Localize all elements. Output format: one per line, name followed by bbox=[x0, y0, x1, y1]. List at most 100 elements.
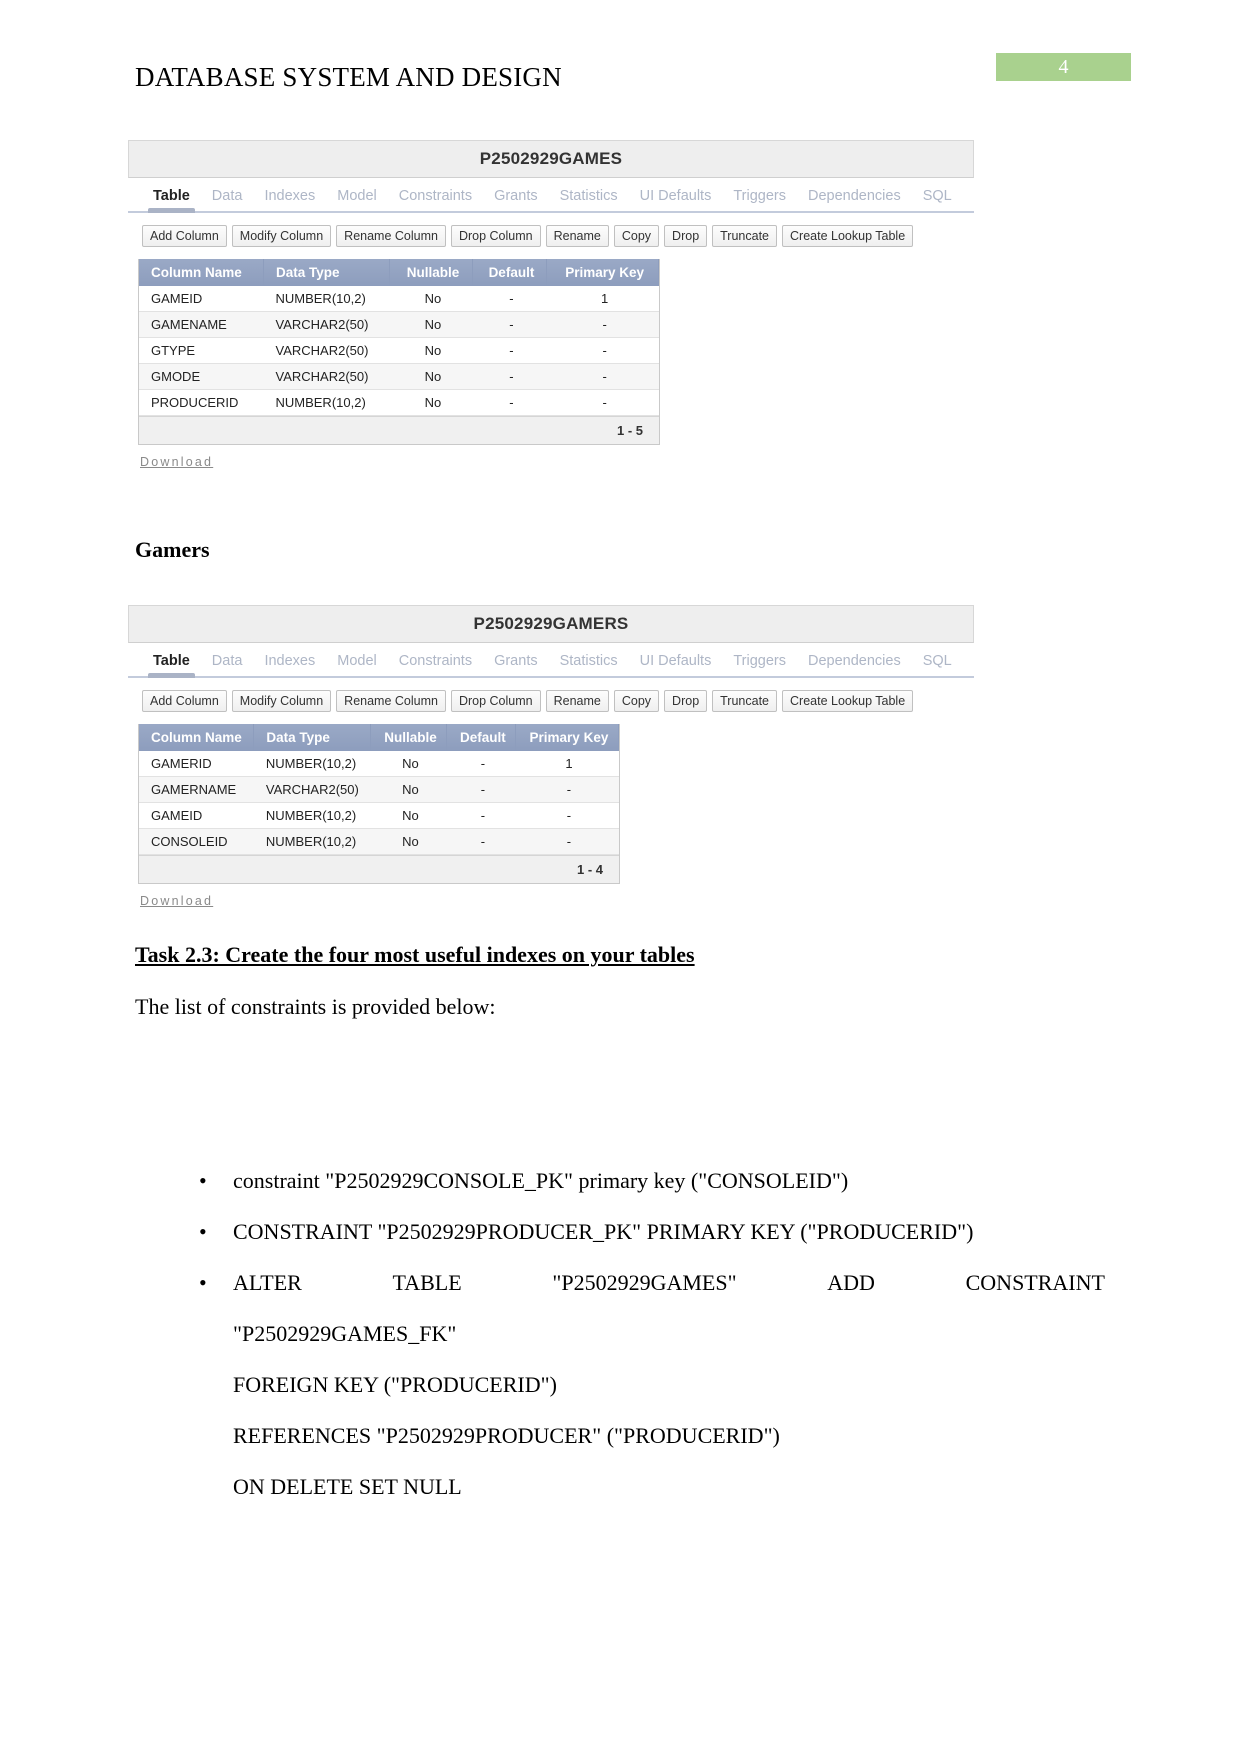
constraint-token: ADD bbox=[827, 1270, 875, 1295]
constraint-text: CONSTRAINT "P2502929PRODUCER_PK" PRIMARY… bbox=[233, 1219, 974, 1244]
constraint-text: ALTER TABLE "P2502929GAMES" ADD CONSTRAINT bbox=[233, 1257, 1105, 1308]
cell-column-name: GAMERNAME bbox=[139, 776, 254, 803]
cell-value: - bbox=[472, 286, 547, 312]
cell-value: No bbox=[389, 337, 473, 364]
constraint-list-item: ALTER TABLE "P2502929GAMES" ADD CONSTRAINT "P… bbox=[165, 1257, 1105, 1512]
tab-sql[interactable]: SQL bbox=[912, 186, 963, 211]
columns-table-games: Column Name Data Type Nullable Default Prima… bbox=[139, 259, 659, 416]
tab-statistics[interactable]: Statistics bbox=[549, 186, 629, 211]
cell-value: 1 bbox=[546, 286, 659, 312]
cell-value: - bbox=[546, 311, 659, 338]
cell-value: - bbox=[446, 828, 516, 855]
tab-dependencies[interactable]: Dependencies bbox=[797, 651, 912, 676]
download-link-games[interactable]: Download bbox=[140, 455, 213, 469]
tab-constraints[interactable]: Constraints bbox=[388, 186, 483, 211]
table-row: GAMEID NUMBER(10,2) No -1 bbox=[139, 286, 659, 312]
apex-toolbar-games[interactable]: Add Column Modify Column Rename Column Drop… bbox=[128, 213, 974, 257]
tab-statistics[interactable]: Statistics bbox=[549, 651, 629, 676]
cell-value: - bbox=[472, 311, 547, 338]
rename-column-button[interactable]: Rename Column bbox=[336, 225, 446, 247]
apex-columns-grid-gamers: Column Name Data Type Nullable Default Prima… bbox=[138, 724, 620, 884]
column-header-data-type: Data Type bbox=[263, 259, 391, 286]
drop-column-button[interactable]: Drop Column bbox=[450, 690, 541, 712]
constraint-token: TABLE bbox=[392, 1270, 462, 1295]
tab-constraints[interactable]: Constraints bbox=[388, 651, 483, 676]
tab-indexes[interactable]: Indexes bbox=[253, 186, 326, 211]
create-lookup-table-button[interactable]: Create Lookup Table bbox=[782, 690, 914, 712]
constraint-continuation-line: "P2502929GAMES_FK" bbox=[233, 1321, 457, 1346]
add-column-button[interactable]: Add Column bbox=[142, 690, 227, 712]
cell-value: NUMBER(10,2) bbox=[253, 828, 371, 855]
rename-button[interactable]: Rename bbox=[545, 690, 609, 712]
table-header-row: Column Name Data Type Nullable Default Prima… bbox=[139, 724, 620, 751]
cell-column-name: PRODUCERID bbox=[139, 389, 264, 416]
tab-table[interactable]: Table bbox=[142, 651, 201, 678]
add-column-button[interactable]: Add Column bbox=[142, 225, 227, 247]
truncate-button[interactable]: Truncate bbox=[712, 690, 778, 712]
table-header-row: Column Name Data Type Nullable Default Prima… bbox=[139, 259, 659, 286]
columns-table-head-games: Column Name Data Type Nullable Default Prima… bbox=[139, 259, 659, 286]
rename-column-button[interactable]: Rename Column bbox=[336, 690, 446, 712]
modify-column-button[interactable]: Modify Column bbox=[231, 225, 332, 247]
task-heading: Task 2.3: Create the four most useful in… bbox=[135, 942, 695, 967]
column-header-nullable: Nullable bbox=[370, 724, 447, 751]
page-number-badge: 4 bbox=[996, 53, 1131, 81]
apex-toolbar-gamers[interactable]: Add Column Modify Column Rename Column Drop… bbox=[128, 678, 974, 722]
drop-button[interactable]: Drop bbox=[664, 690, 708, 712]
drop-button[interactable]: Drop bbox=[664, 225, 708, 247]
tab-model[interactable]: Model bbox=[326, 651, 388, 676]
tab-dependencies[interactable]: Dependencies bbox=[797, 186, 912, 211]
column-header-primary-key: Primary Key bbox=[515, 724, 620, 751]
column-header-nullable: Nullable bbox=[389, 259, 473, 286]
cell-value: NUMBER(10,2) bbox=[253, 751, 371, 777]
download-link-gamers[interactable]: Download bbox=[140, 894, 213, 908]
cell-value: - bbox=[446, 802, 516, 829]
constraint-text: constraint "P2502929CONSOLE_PK" primary … bbox=[233, 1168, 849, 1193]
tab-indexes[interactable]: Indexes bbox=[253, 651, 326, 676]
constraint-token: ALTER bbox=[233, 1270, 302, 1295]
cell-value: VARCHAR2(50) bbox=[263, 363, 390, 390]
drop-column-button[interactable]: Drop Column bbox=[450, 225, 541, 247]
tab-ui-defaults[interactable]: UI Defaults bbox=[629, 651, 723, 676]
apex-titlebar-gamers: P2502929GAMERS bbox=[128, 605, 974, 643]
cell-value: - bbox=[446, 751, 516, 777]
modify-column-button[interactable]: Modify Column bbox=[231, 690, 332, 712]
cell-column-name: GAMEID bbox=[139, 802, 254, 829]
rename-button[interactable]: Rename bbox=[545, 225, 609, 247]
cell-value: - bbox=[515, 828, 619, 855]
tab-model[interactable]: Model bbox=[326, 186, 388, 211]
tab-triggers[interactable]: Triggers bbox=[722, 186, 797, 211]
tab-grants[interactable]: Grants bbox=[483, 186, 549, 211]
table-row: GTYPE VARCHAR2(50) No - - bbox=[139, 337, 659, 364]
cell-value: - bbox=[546, 337, 659, 364]
tab-ui-defaults[interactable]: UI Defaults bbox=[629, 186, 723, 211]
copy-button[interactable]: Copy bbox=[613, 690, 660, 712]
tab-data[interactable]: Data bbox=[201, 186, 254, 211]
table-row: CONSOLEID NUMBER(10,2) No - - bbox=[139, 828, 619, 855]
tab-triggers[interactable]: Triggers bbox=[722, 651, 797, 676]
cell-value: - bbox=[446, 776, 516, 803]
column-header-default: Default bbox=[472, 259, 548, 286]
table-row: GAMERNAME VARCHAR2(50) No - - bbox=[139, 776, 619, 803]
cell-column-name: GTYPE bbox=[139, 337, 264, 364]
cell-value: 1 bbox=[515, 751, 619, 777]
apex-tabs-gamers[interactable]: Table Data Indexes Model Constraints Grants St… bbox=[128, 643, 974, 678]
constraint-list-item: constraint "P2502929CONSOLE_PK" primary … bbox=[165, 1155, 1105, 1206]
tab-sql[interactable]: SQL bbox=[912, 651, 963, 676]
copy-button[interactable]: Copy bbox=[613, 225, 660, 247]
document-page: DATABASE SYSTEM AND DESIGN 4 P2502929GAM… bbox=[0, 0, 1241, 1754]
constraint-continuation-line: REFERENCES "P2502929PRODUCER" ("PRODUCER… bbox=[233, 1423, 780, 1448]
tab-data[interactable]: Data bbox=[201, 651, 254, 676]
create-lookup-table-button[interactable]: Create Lookup Table bbox=[782, 225, 914, 247]
apex-titlebar-games: P2502929GAMES bbox=[128, 140, 974, 178]
tab-grants[interactable]: Grants bbox=[483, 651, 549, 676]
cell-value: NUMBER(10,2) bbox=[253, 802, 371, 829]
tab-table[interactable]: Table bbox=[142, 186, 201, 213]
column-header-primary-key: Primary Key bbox=[546, 259, 659, 286]
truncate-button[interactable]: Truncate bbox=[712, 225, 778, 247]
row-count-label-gamers: 1 - 4 bbox=[139, 855, 619, 883]
apex-tabs-games[interactable]: Table Data Indexes Model Constraints Grants St… bbox=[128, 178, 974, 213]
cell-column-name: GAMENAME bbox=[139, 311, 264, 338]
constraints-list: constraint "P2502929CONSOLE_PK" primary … bbox=[165, 1155, 1105, 1512]
cell-value: - bbox=[515, 776, 619, 803]
